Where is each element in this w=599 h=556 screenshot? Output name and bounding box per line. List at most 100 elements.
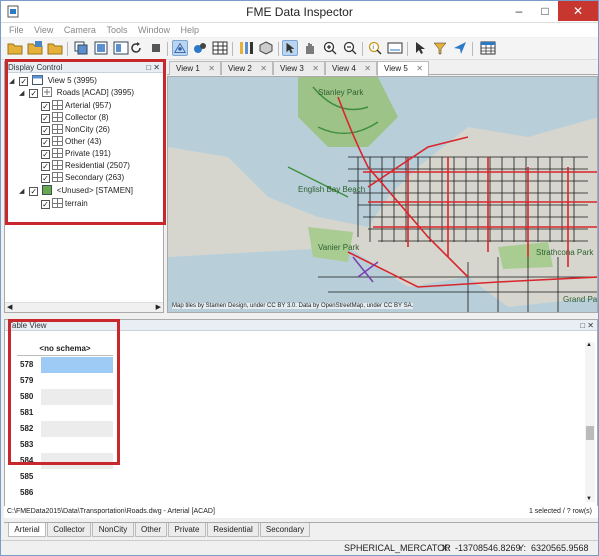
inspect-icon[interactable]: i xyxy=(367,40,383,56)
table-cell[interactable] xyxy=(41,485,113,501)
select-arrow-icon[interactable] xyxy=(282,40,298,56)
menu-window[interactable]: Window xyxy=(138,23,170,37)
tab-view-5[interactable]: View 5 ✕ xyxy=(377,61,429,76)
tab-view-2[interactable]: View 2 ✕ xyxy=(221,61,273,75)
map-canvas[interactable]: Stanley Park English Bay Beach Vanier Pa… xyxy=(168,77,598,313)
table-row[interactable]: 586 xyxy=(17,485,113,501)
column-header[interactable]: <no schema> xyxy=(17,342,113,356)
close-icon[interactable]: ✕ xyxy=(208,62,215,75)
checkbox-checked-icon[interactable]: ✓ xyxy=(41,138,50,147)
menu-camera[interactable]: Camera xyxy=(64,23,96,37)
close-icon[interactable]: ✕ xyxy=(312,62,319,75)
checkbox-checked-icon[interactable]: ✓ xyxy=(41,162,50,171)
tab-view-1[interactable]: View 1 ✕ xyxy=(169,61,221,75)
expand-arrow-icon[interactable]: ◢ xyxy=(9,76,17,88)
maximize-button[interactable]: □ xyxy=(532,1,558,21)
checkbox-checked-icon[interactable]: ✓ xyxy=(29,187,39,196)
close-icon[interactable]: ✕ xyxy=(416,62,423,75)
table-icon[interactable] xyxy=(212,40,228,56)
table-row[interactable]: 578 xyxy=(17,357,113,373)
close-icon[interactable]: ✕ xyxy=(260,62,267,75)
map-view[interactable]: Stanley Park English Bay Beach Vanier Pa… xyxy=(167,76,598,313)
tree-dataset-roads[interactable]: ◢ ✓ Roads [ACAD] (3995) xyxy=(19,87,134,99)
table-row[interactable]: 579 xyxy=(17,373,113,389)
open-dataset-icon[interactable] xyxy=(27,40,43,56)
tree-layer-secondary[interactable]: ✓ Secondary (263) xyxy=(41,172,124,184)
pan-hand-icon[interactable] xyxy=(302,40,318,56)
zoom-in-icon[interactable] xyxy=(322,40,338,56)
table-cell[interactable] xyxy=(41,421,113,437)
tab-residential[interactable]: Residential xyxy=(207,523,259,537)
scrollbar-thumb[interactable] xyxy=(586,426,594,440)
scroll-left-icon[interactable]: ◀ xyxy=(7,303,12,311)
scroll-up-icon[interactable]: ▲ xyxy=(586,342,592,348)
checkbox-checked-icon[interactable]: ✓ xyxy=(41,114,50,123)
checkbox-checked-icon[interactable]: ✓ xyxy=(41,174,50,183)
table-cell[interactable] xyxy=(41,357,113,373)
tab-private[interactable]: Private xyxy=(168,523,206,537)
tree-layer-terrain[interactable]: ✓ terrain xyxy=(41,198,88,210)
table-row[interactable]: 582 xyxy=(17,421,113,437)
scroll-down-icon[interactable]: ▼ xyxy=(586,496,592,502)
menu-view[interactable]: View xyxy=(34,23,53,37)
expand-arrow-icon[interactable]: ◢ xyxy=(19,88,27,100)
style-icon[interactable] xyxy=(192,40,208,56)
grid-icon[interactable] xyxy=(480,40,496,56)
minimize-button[interactable]: – xyxy=(506,1,532,21)
tree-layer-arterial[interactable]: ✓ Arterial (957) xyxy=(41,100,111,112)
new-view-icon[interactable] xyxy=(93,40,109,56)
tree-layer-residential[interactable]: ✓ Residential (2507) xyxy=(41,160,130,172)
vertical-scrollbar[interactable]: ▲ ▼ xyxy=(585,342,595,502)
panel-pin-close-icon[interactable]: □ ✕ xyxy=(146,62,160,73)
columns-icon[interactable] xyxy=(238,40,254,56)
copy-view-icon[interactable] xyxy=(73,40,89,56)
tree-layer-noncity[interactable]: ✓ NonCity (26) xyxy=(41,124,110,136)
cube-icon[interactable] xyxy=(258,40,274,56)
checkbox-checked-icon[interactable]: ✓ xyxy=(41,150,50,159)
measure-icon[interactable] xyxy=(387,40,403,56)
scroll-right-icon[interactable]: ▶ xyxy=(156,303,161,311)
checkbox-checked-icon[interactable]: ✓ xyxy=(19,77,29,86)
menu-file[interactable]: File xyxy=(9,23,24,37)
tab-noncity[interactable]: NonCity xyxy=(92,523,134,537)
select-pointer-icon[interactable] xyxy=(412,40,428,56)
horizontal-scrollbar[interactable]: ◀ ▶ xyxy=(5,302,163,312)
zoom-out-icon[interactable] xyxy=(342,40,358,56)
table-cell[interactable] xyxy=(41,389,113,405)
folder-icon[interactable] xyxy=(47,40,63,56)
tab-view-3[interactable]: View 3 ✕ xyxy=(273,61,325,75)
tree-layer-private[interactable]: ✓ Private (191) xyxy=(41,148,111,160)
checkbox-checked-icon[interactable]: ✓ xyxy=(41,200,50,209)
tree-root-view5[interactable]: ◢ ✓ View 5 (3995) xyxy=(9,75,97,87)
checkbox-checked-icon[interactable]: ✓ xyxy=(29,89,39,98)
table-row[interactable]: 581 xyxy=(17,405,113,421)
display-control-icon[interactable] xyxy=(172,40,188,56)
navigate-icon[interactable] xyxy=(452,40,468,56)
table-cell[interactable] xyxy=(41,405,113,421)
tab-collector[interactable]: Collector xyxy=(47,523,91,537)
tab-secondary[interactable]: Secondary xyxy=(260,523,310,537)
checkbox-checked-icon[interactable]: ✓ xyxy=(41,126,50,135)
stop-icon[interactable] xyxy=(148,40,164,56)
tree-layer-other[interactable]: ✓ Other (43) xyxy=(41,136,101,148)
expand-arrow-icon[interactable]: ◢ xyxy=(19,186,27,198)
filter-icon[interactable] xyxy=(432,40,448,56)
table-row[interactable]: 584 xyxy=(17,453,113,469)
table-row[interactable]: 585 xyxy=(17,469,113,485)
refresh-icon[interactable] xyxy=(128,40,144,56)
tree-layer-collector[interactable]: ✓ Collector (8) xyxy=(41,112,109,124)
table-cell[interactable] xyxy=(41,373,113,389)
tree-dataset-unused[interactable]: ◢ ✓ <Unused> [STAMEN] xyxy=(19,185,133,197)
table-row[interactable]: 580 xyxy=(17,389,113,405)
close-icon[interactable]: ✕ xyxy=(364,62,371,75)
panel-pin-close-icon[interactable]: □ ✕ xyxy=(580,320,594,331)
tab-arterial[interactable]: Arterial xyxy=(8,523,46,537)
tab-view-4[interactable]: View 4 ✕ xyxy=(325,61,377,75)
open-folder-icon[interactable] xyxy=(7,40,23,56)
tab-other[interactable]: Other xyxy=(135,523,167,537)
table-cell[interactable] xyxy=(41,437,113,453)
table-row[interactable]: 583 xyxy=(17,437,113,453)
menu-tools[interactable]: Tools xyxy=(106,23,127,37)
view-layout-icon[interactable] xyxy=(113,40,129,56)
table-cell[interactable] xyxy=(41,469,113,485)
